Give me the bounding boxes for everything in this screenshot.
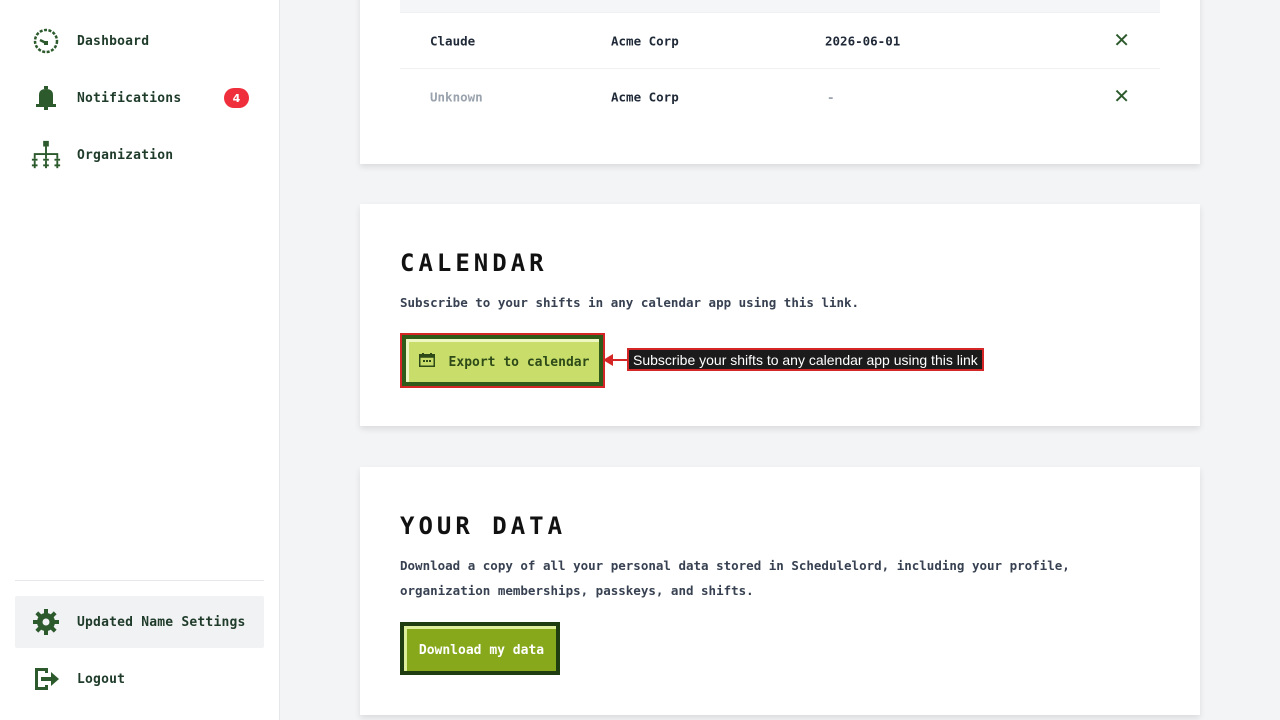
sidebar-item-organization[interactable]: Organization	[15, 129, 264, 181]
sidebar-divider	[15, 580, 264, 581]
table-row: Unknown Acme Corp - ✕	[400, 69, 1160, 125]
calendar-heading: CALENDAR	[400, 249, 548, 277]
org-chart-icon	[30, 139, 62, 171]
export-to-calendar-button[interactable]: Export to calendar	[400, 333, 605, 388]
member-date: 2026-06-01	[825, 33, 901, 48]
table-row: Claude Acme Corp 2026-06-01 ✕	[400, 13, 1160, 69]
sidebar-item-logout[interactable]: Logout	[15, 653, 264, 705]
calendar-icon	[418, 353, 435, 371]
logout-icon	[30, 663, 62, 695]
bell-icon	[30, 82, 62, 114]
download-my-data-button[interactable]: Download my data	[400, 622, 560, 675]
your-data-heading: YOUR DATA	[400, 512, 567, 540]
member-date: -	[827, 89, 835, 105]
calendar-description: Subscribe to your shifts in any calendar…	[400, 295, 860, 310]
dashboard-gauge-icon	[30, 25, 62, 57]
remove-icon[interactable]: ✕	[1113, 30, 1130, 50]
sidebar-item-label: Updated Name Settings	[77, 614, 246, 630]
annotation-label: Subscribe your shifts to any calendar ap…	[627, 348, 984, 371]
remove-icon[interactable]: ✕	[1113, 86, 1130, 106]
your-data-description: Download a copy of all your personal dat…	[400, 558, 1070, 598]
member-name: Claude	[430, 33, 476, 48]
members-card: Claude Acme Corp 2026-06-01 ✕ Unknown Ac…	[360, 0, 1200, 164]
sidebar-item-notifications[interactable]: Notifications 4	[15, 72, 264, 124]
member-name: Unknown	[430, 89, 483, 105]
download-button-label: Download my data	[404, 626, 556, 671]
sidebar-item-settings[interactable]: Updated Name Settings	[15, 596, 264, 648]
your-data-card: YOUR DATA Download a copy of all your pe…	[360, 467, 1200, 715]
member-organization: Acme Corp	[611, 33, 679, 48]
sidebar-item-label: Dashboard	[77, 33, 150, 49]
notification-count-badge: 4	[224, 88, 249, 108]
sidebar: Dashboard Notifications 4 Organization U…	[0, 0, 280, 720]
calendar-card: CALENDAR Subscribe to your shifts in any…	[360, 204, 1200, 426]
export-button-label: Export to calendar	[448, 354, 590, 370]
table-header-row	[400, 0, 1160, 13]
annotation-arrowhead	[603, 354, 613, 366]
member-organization: Acme Corp	[611, 89, 679, 105]
sidebar-item-label: Notifications	[77, 90, 182, 106]
sidebar-item-label: Logout	[77, 671, 126, 687]
sidebar-item-dashboard[interactable]: Dashboard	[15, 15, 264, 67]
sidebar-item-label: Organization	[77, 147, 174, 163]
gear-icon	[30, 606, 62, 638]
